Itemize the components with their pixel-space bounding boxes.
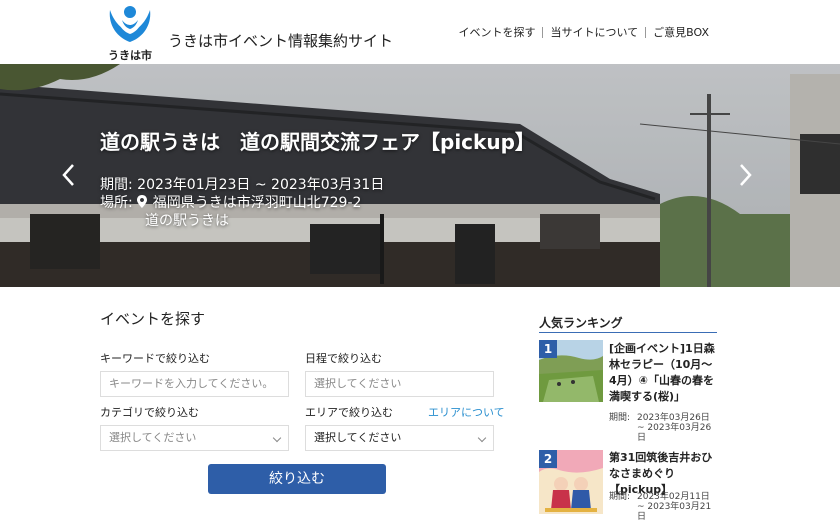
keyword-input[interactable]: キーワードを入力してください。 [100, 371, 289, 397]
ranking-item-period: 期間: 2023年03月26日 ~ 2023年03月26日 [609, 413, 711, 443]
hero-event-title[interactable]: 道の駅うきは 道の駅間交流フェア【pickup】 [100, 126, 535, 155]
ranking-item-title[interactable]: [企画イベント]1日森林セラピー（10月～4月）④「山春の春を満喫する(桜)」 [609, 341, 717, 405]
ranking-item-dates: 2023年02月11日 ~ 2023年03月21日 [637, 492, 717, 521]
rank-number: 2 [539, 450, 557, 468]
period-end: ~ 2023年03月26日 [637, 423, 712, 443]
slider-prev-arrow-icon[interactable] [58, 160, 80, 190]
site-header: うきは市 うきは市イベント情報集約サイト イベントを探す 当サイトについて ご意… [0, 0, 840, 64]
place-name: 道の駅うきは [145, 213, 229, 229]
ranking-item-period: 期間: 2023年02月11日 ~ 2023年03月21日 [609, 492, 711, 521]
period-end: ~ 2023年03月21日 [637, 502, 712, 521]
ukiha-logo-icon [109, 6, 151, 42]
period-label: 期間: [609, 413, 631, 423]
keyword-label: キーワードで絞り込む [100, 352, 210, 365]
nav-search-events[interactable]: イベントを探す [451, 24, 542, 40]
site-title[interactable]: うきは市イベント情報集約サイト [168, 30, 393, 51]
hero-place: 場所: 福岡県うきは市浮羽町山北729-2 [100, 192, 361, 212]
about-area-link[interactable]: エリアについて [428, 404, 505, 420]
ranking-item-title[interactable]: 第31回筑後吉井おひなさまめぐり【pickup】 [609, 450, 717, 498]
period-start: 2023年02月11日 [637, 492, 710, 502]
ranking-thumbnail[interactable]: 1 [539, 340, 603, 402]
ranking-heading: 人気ランキング [539, 316, 623, 330]
ranking-thumbnail[interactable]: 2 [539, 450, 603, 514]
nav-about[interactable]: 当サイトについて [543, 24, 645, 40]
rank-number: 1 [539, 340, 557, 358]
hero-period: 期間: 2023年01月23日 ~ 2023年03月31日 [100, 174, 384, 194]
place-address: 福岡県うきは市浮羽町山北729-2 [152, 195, 362, 211]
period-label: 期間: [609, 492, 631, 502]
period-label: 期間: [100, 177, 133, 193]
date-input[interactable]: 選択してください [305, 371, 494, 397]
period-value: 2023年01月23日 ~ 2023年03月31日 [137, 177, 385, 193]
category-select[interactable]: 選択してください [100, 425, 289, 451]
global-nav: イベントを探す 当サイトについて ご意見BOX [451, 24, 716, 40]
filter-submit-button[interactable]: 絞り込む [208, 464, 386, 494]
site-logo[interactable]: うきは市 [104, 2, 156, 62]
ranking-divider [539, 332, 717, 333]
area-select[interactable]: 選択してください [305, 425, 494, 451]
logo-text: うきは市 [108, 49, 152, 62]
nav-feedback-box[interactable]: ご意見BOX [646, 24, 716, 40]
category-label: カテゴリで絞り込む [100, 406, 199, 419]
area-label: エリアで絞り込む [305, 406, 393, 419]
slider-next-arrow-icon[interactable] [734, 160, 756, 190]
date-label: 日程で絞り込む [305, 352, 382, 365]
place-label: 場所: [100, 195, 133, 211]
period-start: 2023年03月26日 [637, 413, 710, 423]
location-pin-icon [136, 195, 147, 208]
hero-slider[interactable]: 道の駅うきは 道の駅間交流フェア【pickup】 期間: 2023年01月23日… [0, 64, 840, 287]
ranking-item-dates: 2023年03月26日 ~ 2023年03月26日 [637, 413, 717, 443]
search-heading: イベントを探す [100, 310, 206, 328]
